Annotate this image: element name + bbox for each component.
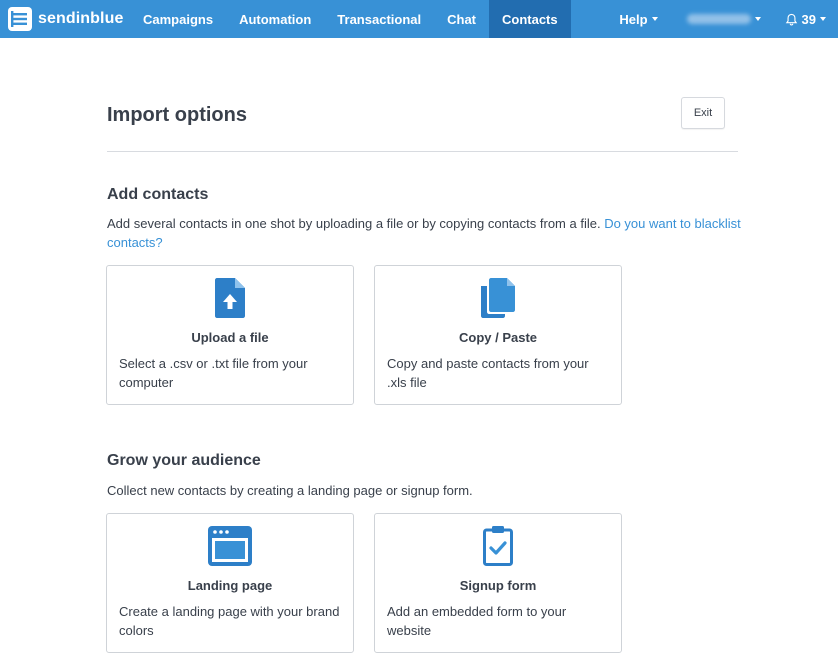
file-upload-icon bbox=[107, 276, 353, 320]
chevron-down-icon bbox=[820, 17, 826, 21]
help-label: Help bbox=[619, 11, 648, 27]
chevron-down-icon bbox=[754, 17, 761, 21]
landing-page-description: Create a landing page with your brand co… bbox=[119, 604, 340, 638]
add-contacts-text: Add several contacts in one shot by uplo… bbox=[107, 216, 601, 231]
account-name-blurred bbox=[686, 14, 751, 24]
signup-form-description: Add an embedded form to your website bbox=[387, 604, 567, 638]
nav-contacts[interactable]: Contacts bbox=[489, 0, 571, 38]
nav-transactional[interactable]: Transactional bbox=[324, 0, 434, 38]
brand-name: sendinblue bbox=[38, 10, 124, 27]
top-navigation-bar: sendinblue Campaigns Automation Transact… bbox=[0, 0, 838, 38]
nav-campaigns[interactable]: Campaigns bbox=[130, 0, 226, 38]
exit-button[interactable]: Exit bbox=[681, 97, 725, 129]
copy-paste-title: Copy / Paste bbox=[458, 330, 538, 345]
chevron-down-icon bbox=[651, 17, 658, 21]
upload-file-card[interactable]: Upload a file Select a .csv or .txt file… bbox=[106, 265, 354, 405]
bell-icon bbox=[785, 13, 797, 26]
signup-form-card[interactable]: Signup form Add an embedded form to your… bbox=[374, 513, 622, 653]
landing-page-title: Landing page bbox=[187, 578, 273, 593]
notifications-button[interactable]: 39 bbox=[773, 0, 838, 38]
add-contacts-title: Add contacts bbox=[107, 186, 209, 203]
signup-form-title: Signup form bbox=[459, 578, 537, 593]
nav-automation[interactable]: Automation bbox=[226, 0, 324, 38]
landing-page-icon bbox=[107, 524, 353, 568]
nav-chat[interactable]: Chat bbox=[434, 0, 489, 38]
sendinblue-logo-icon bbox=[8, 7, 32, 31]
page-title: Import options bbox=[107, 104, 247, 126]
notifications-count: 39 bbox=[801, 11, 816, 27]
brand-logo[interactable]: sendinblue bbox=[0, 0, 130, 38]
grow-audience-description: Collect new contacts by creating a landi… bbox=[107, 483, 473, 498]
copy-paste-description: Copy and paste contacts from your .xls f… bbox=[387, 356, 589, 390]
copy-paste-card[interactable]: Copy / Paste Copy and paste contacts fro… bbox=[374, 265, 622, 405]
account-menu[interactable] bbox=[671, 0, 773, 38]
grow-audience-title: Grow your audience bbox=[107, 452, 261, 469]
help-menu[interactable]: Help bbox=[606, 0, 670, 38]
upload-file-title: Upload a file bbox=[191, 330, 269, 345]
add-contacts-description: Add several contacts in one shot by uplo… bbox=[107, 214, 742, 252]
signup-form-icon bbox=[375, 524, 621, 568]
landing-page-card[interactable]: Landing page Create a landing page with … bbox=[106, 513, 354, 653]
copy-paste-icon bbox=[375, 276, 621, 320]
divider bbox=[107, 151, 738, 152]
upload-file-description: Select a .csv or .txt file from your com… bbox=[119, 356, 308, 390]
